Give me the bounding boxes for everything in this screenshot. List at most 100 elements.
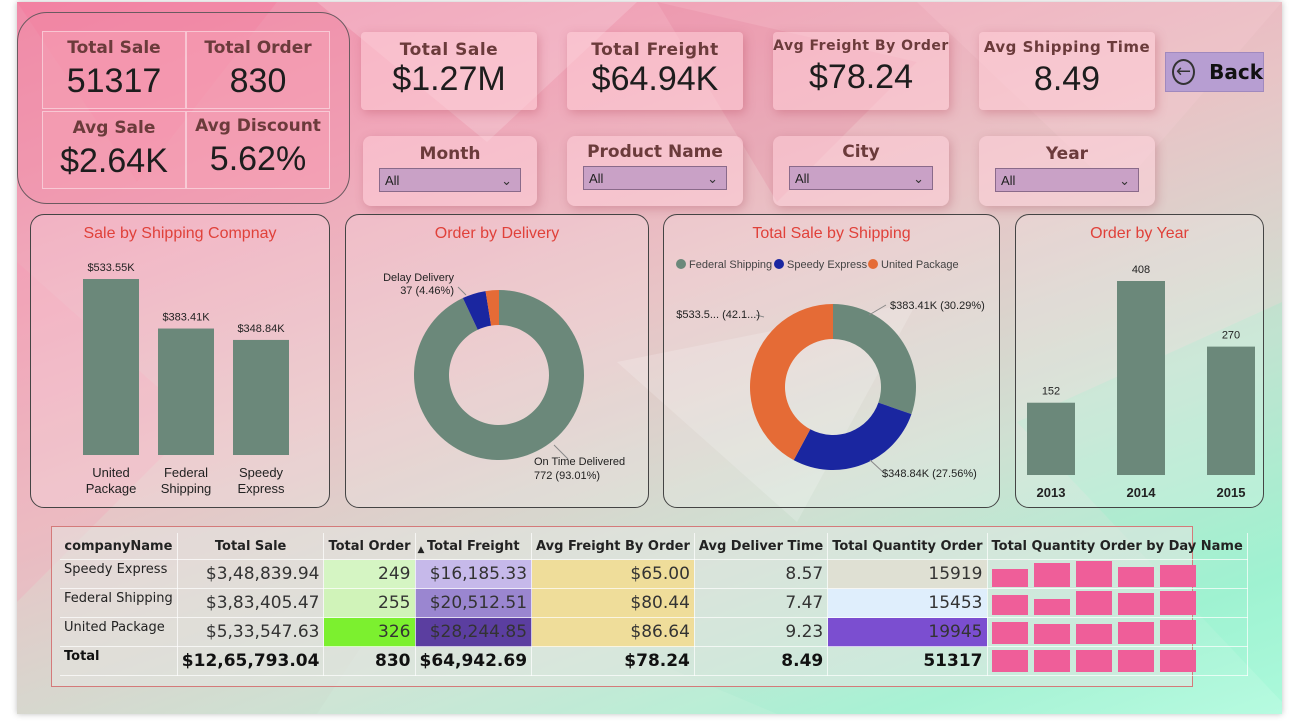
legend-label: United Package (881, 259, 959, 271)
avg-freight-cell: $78.24 (531, 646, 695, 676)
table-row[interactable]: Federal Shipping $3,83,405.47 255 $20,51… (60, 588, 1248, 618)
avg-freight-cell: $65.00 (531, 559, 695, 589)
kpi-value: 5.62% (209, 140, 307, 178)
slicer-city: City All ⌄ (773, 136, 949, 206)
year-dropdown[interactable]: All ⌄ (995, 168, 1139, 192)
table-total-row: Total $12,65,793.04 830 $64,942.69 $78.2… (60, 646, 1248, 676)
chevron-down-icon: ⌄ (707, 171, 718, 186)
day-bar (1117, 650, 1154, 672)
avg-freight-cell: $80.44 (531, 588, 695, 618)
day-bar (1159, 620, 1196, 644)
slice-label: On Time Delivered (534, 456, 625, 468)
avg-deliver-cell: 8.57 (694, 559, 829, 589)
column-header[interactable]: Total Quantity Order by Day Name (987, 533, 1248, 560)
x-tick-label: Speedy (239, 465, 284, 480)
x-tick-label: Package (86, 481, 137, 496)
kpi-avg-sale: Avg Sale $2.64K (42, 111, 186, 189)
total-freight-cell: $64,942.69 (415, 646, 533, 676)
slicer-label: Year (1045, 144, 1089, 164)
legend-marker (676, 259, 686, 269)
avg-deliver-cell: 9.23 (694, 617, 829, 647)
table-row[interactable]: United Package $5,33,547.63 326 $28,244.… (60, 617, 1248, 647)
column-header[interactable]: Avg Deliver Time (694, 533, 829, 560)
column-header[interactable]: Avg Freight By Order (531, 533, 695, 560)
legend-label: Speedy Express (787, 259, 868, 271)
bar-chart-svg: 152 2013 408 2014 270 2015 (1027, 264, 1255, 500)
x-tick-label: United (92, 465, 130, 480)
column-header[interactable]: companyName (60, 533, 178, 560)
column-header[interactable]: Total Order (323, 533, 416, 560)
kpi-value: $64.94K (591, 60, 719, 98)
column-header[interactable]: Total Sale (177, 533, 325, 560)
total-freight-cell: $28,244.85 (415, 617, 533, 647)
bar-data-label: 152 (1042, 386, 1060, 398)
company-name-cell: Speedy Express (60, 559, 178, 589)
x-tick-label: 2014 (1127, 485, 1157, 500)
kpi-value: $1.27M (392, 60, 506, 98)
slicer-product-name: Product Name All ⌄ (567, 136, 743, 206)
total-sale-cell: $12,65,793.04 (177, 646, 325, 676)
day-bar (1117, 622, 1154, 644)
day-bar (1117, 593, 1154, 615)
total-order-cell: 326 (323, 617, 416, 647)
bar-data-label: $383.41K (162, 312, 210, 324)
kpi-total-order: Total Order 830 (186, 31, 330, 109)
day-bar (1159, 565, 1196, 587)
day-bar (1075, 650, 1112, 672)
month-dropdown[interactable]: All ⌄ (379, 168, 521, 192)
back-button[interactable]: ← Back (1165, 52, 1264, 92)
total-order-cell: 255 (323, 588, 416, 618)
kpi-label: Total Sale (399, 40, 499, 60)
day-name-sparkbars (987, 559, 1248, 589)
day-bar (991, 595, 1028, 615)
day-bar (991, 569, 1028, 587)
bar (233, 339, 289, 455)
donut-slice (793, 402, 912, 470)
dropdown-value: All (1001, 173, 1016, 188)
total-quantity-cell: 15453 (827, 588, 988, 618)
city-dropdown[interactable]: All ⌄ (789, 166, 933, 190)
total-freight-cell: $16,185.33 (415, 559, 533, 589)
product-name-dropdown[interactable]: All ⌄ (583, 166, 727, 190)
day-bar (1159, 591, 1196, 615)
x-tick-label: Express (238, 481, 285, 496)
dropdown-value: All (589, 171, 604, 186)
kpi-card-avg-shipping-time: Avg Shipping Time 8.49 (979, 32, 1155, 110)
slice-label: Delay Delivery (383, 272, 454, 284)
dropdown-value: All (795, 171, 810, 186)
table-row[interactable]: Speedy Express $3,48,839.94 249 $16,185.… (60, 559, 1248, 589)
day-bar (1117, 567, 1154, 587)
kpi-value: 51317 (66, 62, 162, 100)
total-sale-cell: $3,83,405.47 (177, 588, 325, 618)
slice-value-label: $383.41K (30.29%) (890, 300, 985, 312)
company-name-cell: United Package (60, 617, 178, 647)
bar (1117, 281, 1165, 475)
company-name-cell: Total (60, 646, 178, 676)
total-quantity-cell: 51317 (827, 646, 988, 676)
bar-data-label: 270 (1222, 330, 1240, 342)
column-header[interactable]: ▲ Total Freight (415, 533, 533, 560)
avg-deliver-cell: 8.49 (694, 646, 829, 676)
day-name-sparkbars (987, 617, 1248, 647)
company-name-cell: Federal Shipping (60, 588, 178, 618)
dashboard-canvas: Total Sale 51317 Total Order 830 Avg Sal… (17, 2, 1282, 714)
kpi-label: Avg Discount (195, 116, 321, 136)
total-quantity-cell: 19945 (827, 617, 988, 647)
chart-sale-by-shipping-company: Sale by Shipping Compnay $533.55K United P… (30, 214, 330, 508)
slice-value-label: $348.84K (27.56%) (882, 468, 977, 480)
arrow-left-icon: ← (1172, 59, 1196, 85)
bar-data-label: $533.55K (87, 262, 135, 274)
day-bar (1075, 624, 1112, 644)
slicer-label: City (842, 142, 880, 162)
data-table: companyName Total Sale Total Order ▲ Tota… (60, 533, 1248, 676)
bar (158, 328, 214, 455)
bar-chart-svg: $533.55K UnitedPackage $383.41K FederalShip… (83, 262, 289, 496)
kpi-label: Avg Freight By Order (773, 38, 949, 54)
x-tick-label: 2013 (1037, 485, 1066, 500)
day-name-sparkbars (987, 588, 1248, 618)
leader-line (457, 286, 467, 296)
slice-value-label: 772 (93.01%) (534, 470, 600, 482)
company-table: companyName Total Sale Total Order ▲ Tota… (51, 526, 1248, 687)
day-bar (1033, 624, 1070, 644)
column-header[interactable]: Total Quantity Order (827, 533, 988, 560)
